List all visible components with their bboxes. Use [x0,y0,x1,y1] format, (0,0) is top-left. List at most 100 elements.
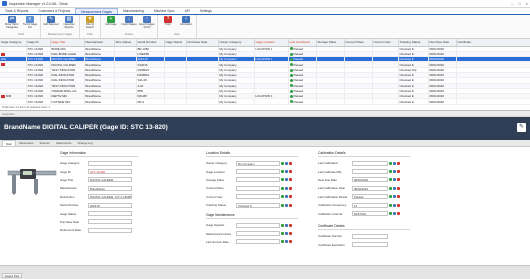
column-header[interactable]: Current Place [344,39,373,47]
add-icon[interactable] [389,178,392,182]
column-header[interactable]: Purchase Date [186,39,219,47]
detail-tab[interactable]: Main [2,140,17,146]
clear-icon[interactable] [289,232,292,236]
clear-icon[interactable] [397,186,400,190]
menu-tab[interactable]: Measurement Gages [75,8,118,14]
ribbon-button[interactable]: ? Help [160,16,176,27]
field-input[interactable]: 12 [352,202,388,208]
field-input[interactable] [236,231,280,237]
clear-icon[interactable] [289,186,292,190]
maximize-icon[interactable]: □ [518,1,520,6]
column-header[interactable]: Tracking Status [398,39,429,47]
field-input[interactable]: MONTHS [352,211,388,217]
add-icon[interactable] [281,232,284,236]
clear-icon[interactable] [397,161,400,165]
menu-tab[interactable]: API [180,8,195,14]
link-icon[interactable] [285,186,288,190]
field-input[interactable] [236,194,280,200]
column-header[interactable]: Storage Place [316,39,345,47]
field-input[interactable] [88,227,132,233]
ribbon-button[interactable]: ▤ Inspection Reports [61,16,77,30]
clear-icon[interactable] [397,178,400,182]
menu-tab[interactable]: Tools & Reports [0,8,33,14]
add-icon[interactable] [389,170,392,174]
ribbon-button[interactable]: ↓ Import Gages [121,16,137,27]
add-icon[interactable] [389,161,392,165]
column-header[interactable]: Gage Category [0,39,27,47]
field-input[interactable] [236,177,280,183]
add-icon[interactable] [281,186,284,190]
field-input[interactable] [352,242,388,248]
ribbon-button[interactable]: ✎ Edit Selected [43,16,59,27]
column-header[interactable]: Last Cal Result [288,39,317,47]
add-icon[interactable] [389,203,392,207]
add-icon[interactable] [281,161,284,165]
link-icon[interactable] [285,178,288,182]
gages-pad-tab[interactable]: Gages Pad [2,273,22,278]
column-header[interactable]: Gage Location [254,39,289,47]
link-icon[interactable] [393,203,396,207]
link-icon[interactable] [285,203,288,207]
column-header[interactable]: Next Due Date [428,39,457,47]
link-icon[interactable] [393,186,396,190]
detail-tab[interactable]: Scanner [37,140,53,146]
ribbon-button[interactable]: ⇄ Move Tools / Categories [4,16,20,30]
field-input[interactable]: BrandName [88,185,132,191]
link-icon[interactable] [393,212,396,216]
column-header[interactable]: Gage Title [50,39,85,47]
field-input[interactable] [352,233,388,239]
column-header[interactable]: Gage ID [26,39,51,47]
link-icon[interactable] [285,223,288,227]
field-input[interactable]: Passed [352,194,388,200]
link-icon[interactable] [393,161,396,165]
field-input[interactable]: DIGITAL CALIPER, 0-6" 0-150MM [88,194,132,200]
clear-icon[interactable] [397,195,400,199]
link-icon[interactable] [285,232,288,236]
detail-tab[interactable]: Change Log [75,140,96,146]
ribbon-button[interactable]: i Information [178,16,194,27]
field-input[interactable]: STC 13-820 [88,169,132,175]
clear-icon[interactable] [289,170,292,174]
table-row[interactable]: STC 13-820 OUTSIDE MIC BrandName PR-2 My Com… [0,98,530,105]
detail-tab[interactable]: Parameters [16,140,36,146]
add-icon[interactable] [389,195,392,199]
field-input[interactable] [236,239,280,245]
field-input[interactable]: My Company [236,160,280,166]
edit-icon[interactable]: ✎ [517,123,526,132]
field-input[interactable] [236,185,280,191]
link-icon[interactable] [393,178,396,182]
field-input[interactable] [352,160,388,166]
field-input[interactable]: 08/20/2020 [352,177,388,183]
field-input[interactable]: Checked In [236,202,280,208]
clear-icon[interactable] [397,212,400,216]
link-icon[interactable] [285,170,288,174]
field-input[interactable] [88,219,132,225]
ribbon-button[interactable]: ≡ Tool to Gage List [22,16,38,30]
column-header[interactable]: Certificate [456,39,530,47]
add-icon[interactable] [389,212,392,216]
column-header[interactable]: Serial Number [136,39,165,47]
minimize-icon[interactable]: – [511,1,513,6]
detail-tab[interactable]: Attachments [53,140,75,146]
ribbon-button[interactable]: + Add Gage [103,16,119,27]
add-icon[interactable] [281,195,284,199]
column-header[interactable]: Size Values [114,39,137,47]
column-header[interactable]: Manufacturer [84,39,115,47]
clear-icon[interactable] [289,178,292,182]
column-header[interactable]: Current User [372,39,399,47]
field-input[interactable]: DIGITAL CALIPER [88,177,132,183]
clear-icon[interactable] [289,240,292,244]
column-header[interactable]: Gage Status [164,39,187,47]
menu-tab[interactable]: Manufacturing [118,8,149,14]
clear-icon[interactable] [397,203,400,207]
add-icon[interactable] [281,203,284,207]
link-icon[interactable] [285,240,288,244]
field-input[interactable]: 2022-DI [88,202,132,208]
field-input[interactable] [236,169,280,175]
add-icon[interactable] [281,223,284,227]
clear-icon[interactable] [397,170,400,174]
column-header[interactable]: Owner Category [218,39,255,47]
ribbon-button[interactable]: ↑ Export Gages (CSV) [139,16,155,30]
add-icon[interactable] [281,170,284,174]
field-input[interactable] [88,211,132,217]
